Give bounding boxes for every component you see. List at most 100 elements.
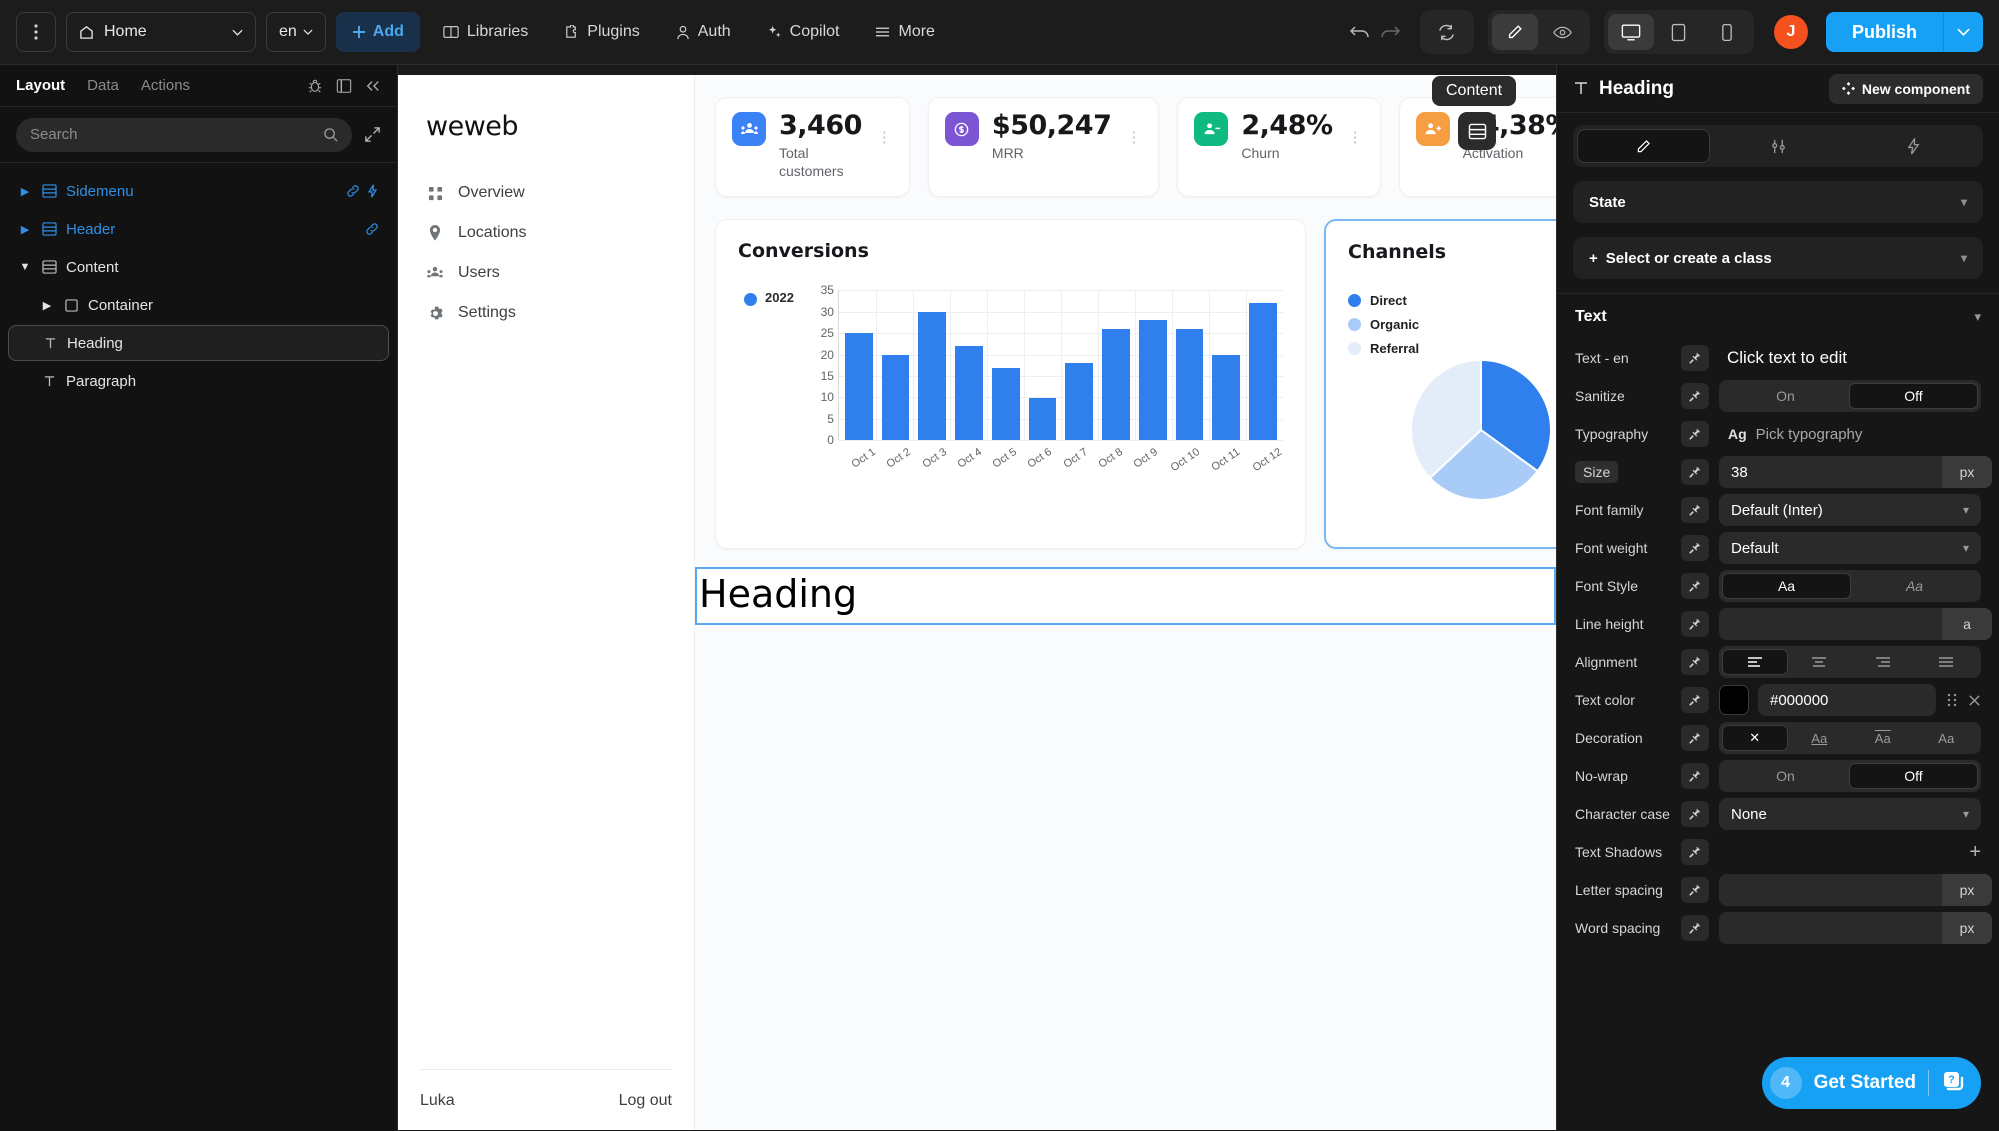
phone-icon[interactable] xyxy=(1704,14,1750,50)
decoration-group[interactable]: ✕ Aa Aa Aa xyxy=(1719,722,1981,754)
size-input[interactable] xyxy=(1719,456,1942,488)
bind-plug-icon[interactable] xyxy=(1681,459,1709,485)
add-shadow-button[interactable]: + xyxy=(1969,841,1981,864)
decoration-none[interactable]: ✕ xyxy=(1722,725,1788,751)
nowrap-off[interactable]: Off xyxy=(1849,763,1978,789)
link-icon[interactable] xyxy=(346,184,360,198)
bind-plug-icon[interactable] xyxy=(1681,877,1709,903)
bind-plug-icon[interactable] xyxy=(1681,573,1709,599)
text-value[interactable]: Click text to edit xyxy=(1719,348,1847,368)
line-height-input[interactable] xyxy=(1719,608,1942,640)
channels-chart-card[interactable]: Channels Direct Organic xyxy=(1324,219,1556,549)
panel-toggle-icon[interactable] xyxy=(336,78,352,94)
container-block-icon[interactable] xyxy=(1458,112,1496,150)
kpi-card-churn[interactable]: 2,48% Churn ⋮ xyxy=(1177,97,1380,197)
preview-nav-users[interactable]: Users xyxy=(426,264,672,282)
bind-plug-icon[interactable] xyxy=(1681,915,1709,941)
tree-item-heading[interactable]: Heading xyxy=(8,325,389,361)
word-spacing-unit[interactable]: px xyxy=(1942,912,1992,944)
chevron-right-icon[interactable]: ▶ xyxy=(18,185,32,198)
search-input[interactable] xyxy=(30,126,315,143)
publish-dropdown-button[interactable] xyxy=(1943,12,1983,52)
conversions-chart-card[interactable]: Conversions 2022 05101520253035 xyxy=(715,219,1306,549)
chevron-right-icon[interactable]: ▶ xyxy=(18,223,32,236)
kpi-menu-icon[interactable]: ⋮ xyxy=(1126,112,1142,146)
redo-arrow-icon[interactable] xyxy=(1380,23,1400,41)
font-style-toggle[interactable]: Aa Aa xyxy=(1719,570,1981,602)
tab-data[interactable]: Data xyxy=(87,77,119,94)
align-left-icon[interactable] xyxy=(1722,649,1788,675)
eye-icon[interactable] xyxy=(1540,14,1586,50)
align-right-icon[interactable] xyxy=(1851,649,1915,675)
bind-plug-icon[interactable] xyxy=(1681,839,1709,865)
avatar[interactable]: J xyxy=(1774,15,1808,49)
grid-dots-icon[interactable] xyxy=(1946,693,1958,707)
kpi-menu-icon[interactable]: ⋮ xyxy=(877,112,893,146)
class-selector[interactable]: + Select or create a class ▾ xyxy=(1573,237,1983,279)
word-spacing-field[interactable]: px xyxy=(1719,912,1992,944)
tab-layout[interactable]: Layout xyxy=(16,77,65,94)
bind-plug-icon[interactable] xyxy=(1681,687,1709,713)
help-cards-icon[interactable]: ? xyxy=(1941,1071,1965,1095)
letter-spacing-input[interactable] xyxy=(1719,874,1942,906)
font-style-italic[interactable]: Aa xyxy=(1851,573,1978,599)
font-family-dropdown[interactable]: Default (Inter) ▾ xyxy=(1719,494,1981,526)
word-spacing-input[interactable] xyxy=(1719,912,1942,944)
preview-nav-overview[interactable]: Overview xyxy=(426,184,672,202)
bind-plug-icon[interactable] xyxy=(1681,421,1709,447)
letter-spacing-field[interactable]: px xyxy=(1719,874,1992,906)
chevron-down-icon[interactable]: ▼ xyxy=(18,261,32,273)
link-icon[interactable] xyxy=(365,222,379,236)
alignment-group[interactable] xyxy=(1719,646,1981,678)
refresh-sync-icon[interactable] xyxy=(1424,14,1470,50)
heading-element[interactable]: Heading xyxy=(695,567,1556,625)
preview-nav-locations[interactable]: Locations xyxy=(426,224,672,242)
bind-plug-icon[interactable] xyxy=(1681,611,1709,637)
tab-actions[interactable]: Actions xyxy=(141,77,190,94)
sanitize-off[interactable]: Off xyxy=(1849,383,1978,409)
publish-button[interactable]: Publish xyxy=(1826,12,1943,52)
language-selector[interactable]: en xyxy=(266,12,326,52)
bolt-icon[interactable] xyxy=(366,184,379,198)
state-selector[interactable]: State ▾ xyxy=(1573,181,1983,223)
bind-plug-icon[interactable] xyxy=(1681,725,1709,751)
nav-copilot[interactable]: Copilot xyxy=(754,12,853,52)
bind-plug-icon[interactable] xyxy=(1681,763,1709,789)
tree-item-paragraph[interactable]: Paragraph xyxy=(8,363,389,399)
kpi-menu-icon[interactable]: ⋮ xyxy=(1348,112,1364,146)
nav-plugins[interactable]: Plugins xyxy=(551,12,652,52)
typography-picker[interactable]: Pick typography xyxy=(1756,426,1863,443)
kpi-card-mrr[interactable]: $50,247 MRR ⋮ xyxy=(928,97,1159,197)
line-height-unit[interactable]: a xyxy=(1942,608,1992,640)
page-selector[interactable]: Home xyxy=(66,12,256,52)
bind-plug-icon[interactable] xyxy=(1681,345,1709,371)
font-weight-dropdown[interactable]: Default ▾ xyxy=(1719,532,1981,564)
decoration-strike[interactable]: Aa xyxy=(1915,725,1979,751)
size-field[interactable]: px xyxy=(1719,456,1992,488)
close-icon[interactable] xyxy=(1968,694,1981,707)
new-component-button[interactable]: New component xyxy=(1829,74,1983,104)
prop-control[interactable]: Ag Pick typography xyxy=(1719,426,1981,443)
tab-actions[interactable] xyxy=(1848,129,1979,163)
undo-arrow-icon[interactable] xyxy=(1350,23,1370,41)
add-button[interactable]: Add xyxy=(336,12,420,52)
monitor-icon[interactable] xyxy=(1608,14,1654,50)
text-section-header[interactable]: Text ▾ xyxy=(1557,293,1999,339)
tree-item-content[interactable]: ▼ Content xyxy=(8,249,389,285)
prop-control[interactable]: Click text to edit xyxy=(1719,348,1981,368)
collapse-left-icon[interactable] xyxy=(365,79,381,93)
bind-plug-icon[interactable] xyxy=(1681,383,1709,409)
tab-style[interactable] xyxy=(1577,129,1710,163)
search-box[interactable] xyxy=(16,118,352,152)
font-style-normal[interactable]: Aa xyxy=(1722,573,1851,599)
nowrap-toggle[interactable]: On Off xyxy=(1719,760,1981,792)
preview-nav-settings[interactable]: Settings xyxy=(426,304,672,322)
tab-settings[interactable] xyxy=(1713,129,1844,163)
canvas-area[interactable]: weweb Overview Locations xyxy=(398,65,1556,1131)
color-swatch[interactable] xyxy=(1719,685,1749,715)
nav-auth[interactable]: Auth xyxy=(663,12,744,52)
expand-diagonal-icon[interactable] xyxy=(364,126,381,143)
bind-plug-icon[interactable] xyxy=(1681,649,1709,675)
sanitize-on[interactable]: On xyxy=(1722,383,1849,409)
size-unit[interactable]: px xyxy=(1942,456,1992,488)
